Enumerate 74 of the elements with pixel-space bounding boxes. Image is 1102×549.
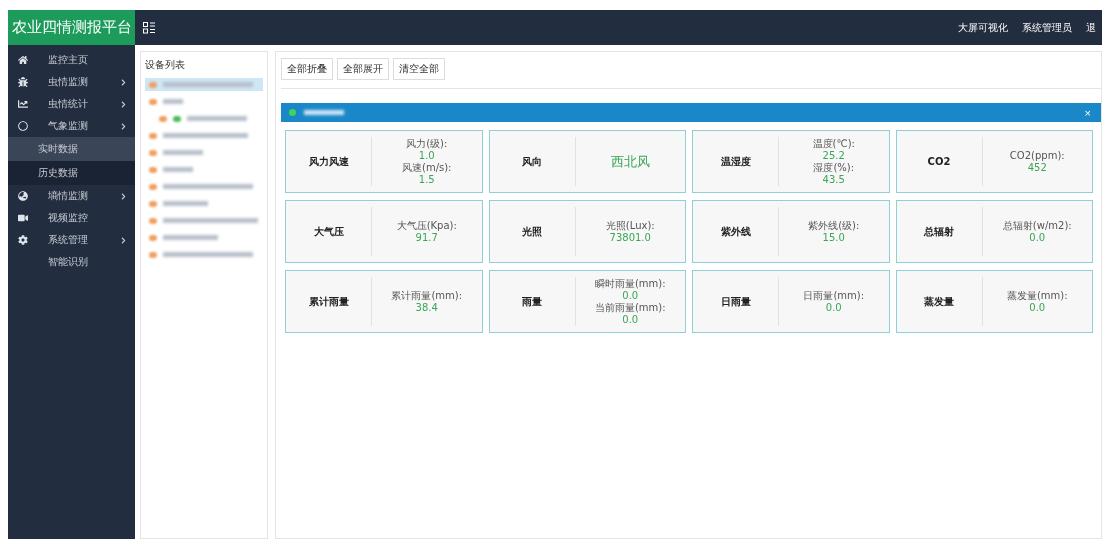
toolbar-button[interactable]: 全部展开 [337, 58, 389, 80]
sensor-title: 大气压 [286, 207, 372, 256]
reading-value: 15.0 [822, 231, 845, 244]
sidebar-subitem[interactable]: 实时数据 [8, 137, 135, 161]
reading-label: 累计雨量(mm): [391, 289, 463, 302]
sensor-title: 总辐射 [896, 207, 983, 256]
sidebar-item[interactable]: 虫情统计 [8, 93, 135, 115]
sensor-title: 日雨量 [693, 277, 779, 326]
blurred-tree-row[interactable] [145, 78, 263, 91]
reading-label: CO2(ppm): [1009, 149, 1065, 162]
reading-value: 1.5 [418, 173, 435, 186]
reading-label: 瞬时雨量(mm): [594, 277, 666, 290]
toolbar-button[interactable]: 清空全部 [393, 58, 445, 80]
sensor-title: 光照 [489, 207, 576, 256]
chevron-icon [120, 236, 127, 244]
reading-value: 91.7 [415, 231, 438, 244]
sensor-title: 风向 [489, 137, 576, 186]
sidebar-item[interactable]: 监控主页 [8, 49, 135, 71]
reading-value: 43.5 [822, 173, 845, 186]
globe-icon [18, 191, 28, 201]
chevron-icon [120, 78, 127, 86]
close-button[interactable]: × [1084, 106, 1091, 119]
platform-logo: 农业四情测报平台 [8, 10, 135, 45]
reading-value: 0.0 [1029, 301, 1046, 314]
sensor-title: CO2 [896, 137, 983, 186]
reading-value: 38.4 [415, 301, 438, 314]
chevron-icon [120, 100, 127, 108]
reading-value: 25.2 [822, 149, 845, 162]
sensor-title: 累计雨量 [286, 277, 372, 326]
sensor-title: 蒸发量 [896, 277, 983, 326]
sidebar-item[interactable]: 智能识别 [8, 251, 135, 273]
sensor-title: 温湿度 [693, 137, 779, 186]
blurred-station-name [304, 110, 344, 115]
sensor-value: 西北风 [610, 155, 650, 168]
reading-value: 452 [1027, 161, 1047, 174]
header-link[interactable]: 大屏可视化 [958, 20, 1008, 35]
reading-value: 0.0 [622, 313, 639, 326]
reading-label: 当前雨量(mm): [594, 301, 666, 314]
sidebar-subitem[interactable]: 历史数据 [8, 161, 135, 185]
reading-label: 光照(Lux): [605, 219, 655, 232]
sensor-title: 紫外线 [693, 207, 779, 256]
reading-label: 日雨量(mm): [803, 289, 865, 302]
settings-icon [18, 235, 28, 245]
chevron-icon [120, 122, 127, 130]
reading-value: 0.0 [1029, 231, 1046, 244]
line-chart-icon [18, 99, 28, 109]
reading-value: 0.0 [825, 301, 842, 314]
sidebar-item[interactable]: 视频监控 [8, 207, 135, 229]
reading-label: 风速(m/s): [402, 161, 452, 174]
sensor-title: 风力风速 [286, 137, 372, 186]
bug-icon [18, 77, 28, 87]
sidebar-item[interactable]: 虫情监测 [8, 71, 135, 93]
reading-label: 紫外线(级): [808, 219, 860, 232]
reading-label: 蒸发量(mm): [1006, 289, 1068, 302]
header-link[interactable]: 系统管理员 [1022, 20, 1072, 35]
reading-value: 1.0 [418, 149, 435, 162]
home-icon [18, 55, 28, 65]
menu-toggle-icon[interactable] [143, 21, 155, 34]
sidebar-item[interactable]: 气象监测 [8, 115, 135, 137]
reading-label: 总辐射(w/m2): [1002, 219, 1072, 232]
reading-label: 温度(℃): [812, 137, 855, 150]
reading-label: 大气压(Kpa): [396, 219, 457, 232]
video-camera-icon [18, 213, 28, 223]
chevron-icon [120, 192, 127, 200]
panel-title: 设备列表 [145, 58, 186, 72]
reading-label: 湿度(%): [813, 161, 855, 174]
reading-label: 风力(级): [406, 137, 448, 150]
sensor-title: 雨量 [489, 277, 576, 326]
toolbar-button[interactable]: 全部折叠 [281, 58, 333, 80]
header-link[interactable]: 退 [1086, 20, 1096, 35]
reading-value: 73801.0 [609, 231, 651, 244]
sidebar-item[interactable]: 系统管理 [8, 229, 135, 251]
sidebar-item[interactable]: 墒情监测 [8, 185, 135, 207]
reading-value: 0.0 [622, 289, 639, 302]
